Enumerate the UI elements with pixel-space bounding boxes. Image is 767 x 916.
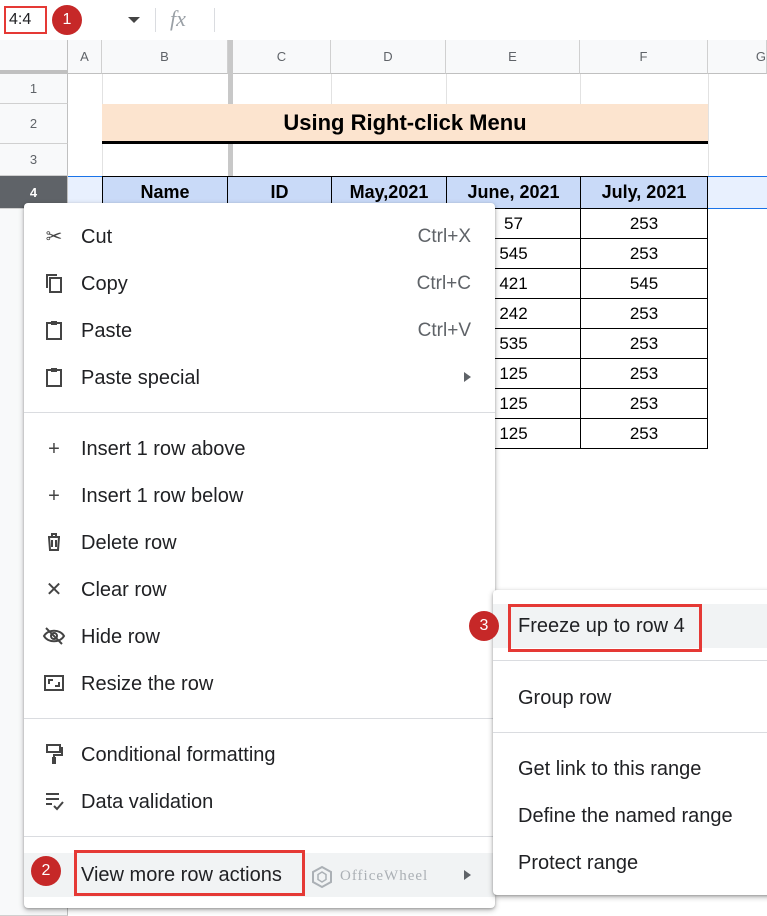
menu-item-label: Insert 1 row below [81,485,244,507]
table-cell[interactable]: 253 [580,238,708,269]
step-badge-3: 3 [469,611,499,641]
menu-shortcut: Ctrl+C [416,273,471,294]
menu-item-label: Clear row [81,579,167,601]
trash-icon [42,531,66,555]
table-cell[interactable]: 253 [580,208,708,239]
menu-item-label: Cut [81,226,113,248]
menu-item-paste-special[interactable]: Paste special [24,358,495,398]
plus-icon: + [48,438,60,460]
menu-item-label: Delete row [81,532,177,554]
column-header-d[interactable]: D [331,40,446,74]
column-header-f[interactable]: F [580,40,708,74]
clipboard-icon [42,319,66,343]
submenu-arrow-icon [464,372,471,382]
table-cell[interactable]: 253 [580,358,708,389]
officewheel-logo-icon [312,865,332,888]
submenu-item-label: Define the named range [518,805,733,827]
menu-divider [493,732,767,733]
menu-item-clear-row[interactable]: ✕ Clear row [24,570,495,610]
name-box[interactable]: 4:4 [4,6,47,34]
context-menu: ✂ Cut Ctrl+X Copy Ctrl+C Paste Ctrl+V Pa… [24,203,495,908]
menu-divider [24,836,495,837]
submenu-item-label: Protect range [518,852,639,874]
column-header-c[interactable]: C [233,40,331,74]
formula-bar-divider [155,8,156,32]
select-all-corner[interactable] [0,40,68,74]
menu-item-resize-row[interactable]: Resize the row [24,664,495,704]
name-box-dropdown-icon[interactable] [128,17,140,23]
table-cell[interactable]: 253 [580,388,708,419]
column-header-b[interactable]: B [102,40,228,74]
resize-icon [42,672,66,696]
submenu-item-define-named-range[interactable]: Define the named range [493,794,767,838]
menu-item-label: Copy [81,273,128,295]
highlight-box [508,604,702,652]
row-header-1[interactable]: 1 [0,74,68,104]
watermark: OfficeWheel [310,858,460,894]
menu-divider [493,660,767,661]
menu-item-data-validation[interactable]: Data validation [24,782,495,822]
menu-item-label: Resize the row [81,673,214,695]
step-badge-2: 2 [31,856,61,886]
menu-item-insert-below[interactable]: + Insert 1 row below [24,476,495,516]
submenu-item-label: Get link to this range [518,758,702,780]
grid-line [446,74,447,104]
fx-icon: fx [170,6,186,31]
clipboard-icon [42,366,66,390]
row-header-3[interactable]: 3 [0,144,68,176]
paint-roller-icon [42,743,66,767]
submenu-item-label: Group row [518,687,612,709]
plus-icon: + [48,485,60,507]
menu-divider [24,718,495,719]
submenu-item-group-row[interactable]: Group row [493,676,767,720]
submenu-arrow-icon [464,870,471,880]
menu-shortcut: Ctrl+V [417,320,471,341]
grid-line [708,74,709,176]
grid-line [580,74,581,104]
close-icon: ✕ [45,579,63,601]
grid-line [331,74,332,104]
menu-item-cut[interactable]: ✂ Cut Ctrl+X [24,217,495,257]
menu-item-paste[interactable]: Paste Ctrl+V [24,311,495,351]
sheet-title: Using Right-click Menu [283,110,527,135]
step-badge-1: 1 [52,5,82,35]
submenu-item-protect-range[interactable]: Protect range [493,841,767,885]
scissors-icon: ✂ [45,226,63,248]
menu-item-insert-above[interactable]: + Insert 1 row above [24,429,495,469]
menu-item-conditional-formatting[interactable]: Conditional formatting [24,735,495,775]
highlight-box [74,850,305,896]
formula-bar-divider [214,8,215,32]
menu-item-copy[interactable]: Copy Ctrl+C [24,264,495,304]
menu-item-label: Conditional formatting [81,744,276,766]
copy-icon [42,272,66,296]
menu-item-label: Paste [81,320,133,342]
menu-item-label: Paste special [81,367,200,389]
table-cell[interactable]: 253 [580,298,708,329]
menu-item-hide-row[interactable]: Hide row [24,617,495,657]
watermark-text: OfficeWheel [340,868,429,884]
menu-item-label: Insert 1 row above [81,438,246,460]
menu-divider [24,412,495,413]
column-header-e[interactable]: E [446,40,580,74]
row-header-2[interactable]: 2 [0,104,68,144]
table-cell[interactable]: 253 [580,328,708,359]
july-column: 253 253 545 253 253 253 253 253 [580,208,708,449]
menu-shortcut: Ctrl+X [417,226,471,247]
table-cell[interactable]: 545 [580,268,708,299]
submenu-item-get-link[interactable]: Get link to this range [493,747,767,791]
table-cell[interactable]: 253 [580,418,708,449]
checklist-icon [42,790,66,814]
formula-bar [0,0,767,41]
menu-item-label: Hide row [81,626,160,648]
eye-off-icon [42,625,66,649]
menu-item-delete-row[interactable]: Delete row [24,523,495,563]
column-header-a[interactable]: A [68,40,102,74]
menu-item-label: Data validation [81,791,214,813]
column-header-g[interactable]: G [708,40,767,74]
header-cell-july[interactable]: July, 2021 [580,176,708,209]
